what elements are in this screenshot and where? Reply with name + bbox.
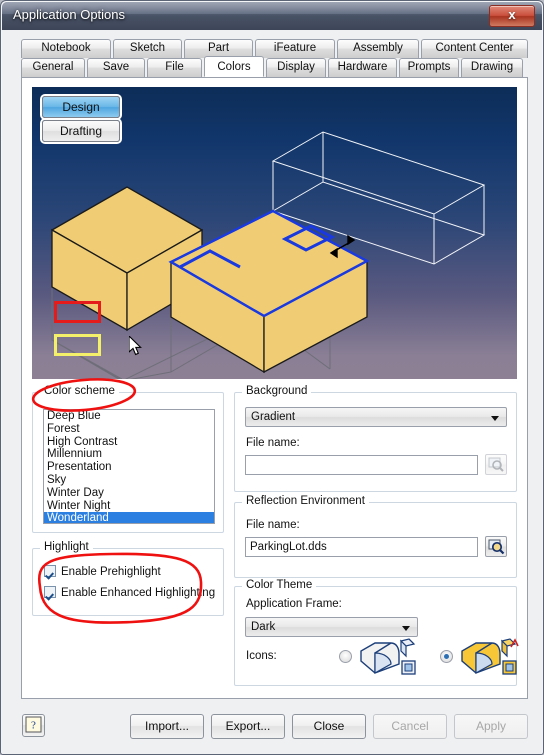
export-button[interactable]: Export... bbox=[211, 714, 285, 739]
tab-panel: Notebook Sketch Part iFeature Assembly Conten… bbox=[21, 39, 528, 699]
viewport-design-button[interactable]: Design bbox=[42, 96, 120, 118]
mouse-cursor-icon bbox=[129, 336, 142, 356]
list-item[interactable]: High Contrast bbox=[44, 436, 214, 449]
tab-display[interactable]: Display bbox=[266, 58, 326, 77]
list-item[interactable]: Deep Blue bbox=[44, 410, 214, 423]
checkbox-icon bbox=[44, 565, 56, 577]
dialog-footer: ? Import... Export... Close Cancel Apply bbox=[2, 706, 542, 754]
list-item[interactable]: Sky bbox=[44, 474, 214, 487]
color-scheme-group: Color scheme Deep Blue Forest High Contras… bbox=[32, 385, 224, 533]
list-item[interactable]: Forest bbox=[44, 423, 214, 436]
list-item[interactable]: Winter Night bbox=[44, 500, 214, 513]
checkbox-enable-prehighlight[interactable]: Enable Prehighlight bbox=[44, 565, 161, 578]
close-icon: x bbox=[508, 7, 516, 22]
dialog-body: Notebook Sketch Part iFeature Assembly Conten… bbox=[2, 30, 542, 754]
chevron-down-icon bbox=[402, 626, 410, 631]
background-file-label: File name: bbox=[246, 437, 300, 449]
tab-general[interactable]: General bbox=[21, 58, 85, 77]
cancel-button: Cancel bbox=[373, 714, 447, 739]
tab-row-primary: Notebook Sketch Part iFeature Assembly Conten… bbox=[21, 39, 530, 58]
color-preview-viewport[interactable]: Design Drafting bbox=[32, 87, 517, 379]
tab-assembly[interactable]: Assembly bbox=[337, 39, 419, 58]
apply-button: Apply bbox=[454, 714, 528, 739]
amber-icon-set-preview bbox=[461, 638, 519, 675]
background-type-combo[interactable]: Gradient bbox=[245, 407, 507, 427]
checkbox-label: Enable Enhanced Highlighting bbox=[61, 587, 216, 599]
browse-magnifier-icon bbox=[488, 539, 505, 555]
tab-notebook[interactable]: Notebook bbox=[21, 39, 111, 58]
tab-sketch[interactable]: Sketch bbox=[113, 39, 182, 58]
tab-hardware[interactable]: Hardware bbox=[328, 58, 397, 77]
reflection-browse-button[interactable] bbox=[485, 536, 507, 557]
highlight-legend: Highlight bbox=[40, 541, 93, 553]
close-button[interactable]: x bbox=[489, 5, 535, 27]
icons-label: Icons: bbox=[246, 650, 277, 662]
application-frame-combo[interactable]: Dark bbox=[245, 617, 418, 637]
color-scheme-listbox[interactable]: Deep Blue Forest High Contrast Millennium Pr… bbox=[43, 409, 215, 524]
tab-file[interactable]: File bbox=[147, 58, 202, 77]
viewport-drafting-button[interactable]: Drafting bbox=[42, 120, 120, 142]
light-icon-set-preview bbox=[360, 638, 416, 675]
background-file-input[interactable] bbox=[245, 455, 478, 475]
reflection-environment-group: Reflection Environment File name: Parkin… bbox=[234, 495, 517, 578]
close-dialog-button[interactable]: Close bbox=[292, 714, 366, 739]
color-theme-group: Color Theme Application Frame: Dark Icon… bbox=[234, 579, 519, 686]
reflection-file-input[interactable]: ParkingLot.dds bbox=[245, 537, 478, 557]
radio-light-icons[interactable] bbox=[339, 650, 352, 663]
tab-prompts[interactable]: Prompts bbox=[399, 58, 459, 77]
list-item[interactable]: Winter Day bbox=[44, 487, 214, 500]
background-type-value: Gradient bbox=[251, 411, 296, 423]
application-options-window: Application Options x Notebook Sketch Part… bbox=[0, 0, 544, 755]
list-item[interactable]: Wonderland bbox=[44, 512, 214, 523]
color-scheme-legend: Color scheme bbox=[40, 385, 119, 397]
browse-magnifier-icon bbox=[488, 457, 504, 472]
tab-row-secondary: General Save File Colors Display Hardware Prom… bbox=[21, 56, 525, 77]
import-button[interactable]: Import... bbox=[130, 714, 204, 739]
list-item[interactable]: Presentation bbox=[44, 461, 214, 474]
color-theme-legend: Color Theme bbox=[242, 579, 317, 591]
title-bar: Application Options x bbox=[2, 2, 542, 30]
preview-swatch-yellow bbox=[54, 334, 101, 356]
background-legend: Background bbox=[242, 385, 312, 397]
background-browse-button[interactable] bbox=[485, 454, 507, 475]
window-title: Application Options bbox=[13, 7, 126, 22]
chevron-down-icon bbox=[491, 416, 499, 421]
svg-text:?: ? bbox=[31, 720, 36, 732]
tab-save[interactable]: Save bbox=[87, 58, 145, 77]
application-frame-value: Dark bbox=[251, 621, 276, 633]
list-item[interactable]: Millennium bbox=[44, 448, 214, 461]
reflection-legend: Reflection Environment bbox=[242, 495, 369, 507]
checkbox-label: Enable Prehighlight bbox=[61, 566, 161, 578]
tab-drawing[interactable]: Drawing bbox=[461, 58, 523, 77]
tab-content-colors: Design Drafting Color scheme Deep Blue Fo… bbox=[21, 77, 528, 699]
help-button[interactable]: ? bbox=[22, 714, 45, 737]
background-group: Background Gradient File name: bbox=[234, 385, 517, 492]
tab-ifeature[interactable]: iFeature bbox=[255, 39, 335, 58]
tab-content-center[interactable]: Content Center bbox=[421, 39, 528, 58]
tab-colors[interactable]: Colors bbox=[204, 56, 264, 77]
highlight-group: Highlight Enable Prehighlight Enable Enh… bbox=[32, 541, 224, 616]
help-icon: ? bbox=[25, 716, 42, 733]
preview-swatch-red bbox=[54, 301, 101, 323]
application-frame-label: Application Frame: bbox=[246, 598, 342, 610]
radio-amber-icons[interactable] bbox=[440, 650, 453, 663]
checkbox-enable-enhanced-highlighting[interactable]: Enable Enhanced Highlighting bbox=[44, 586, 215, 599]
checkbox-icon bbox=[44, 586, 56, 598]
reflection-file-label: File name: bbox=[246, 519, 300, 531]
